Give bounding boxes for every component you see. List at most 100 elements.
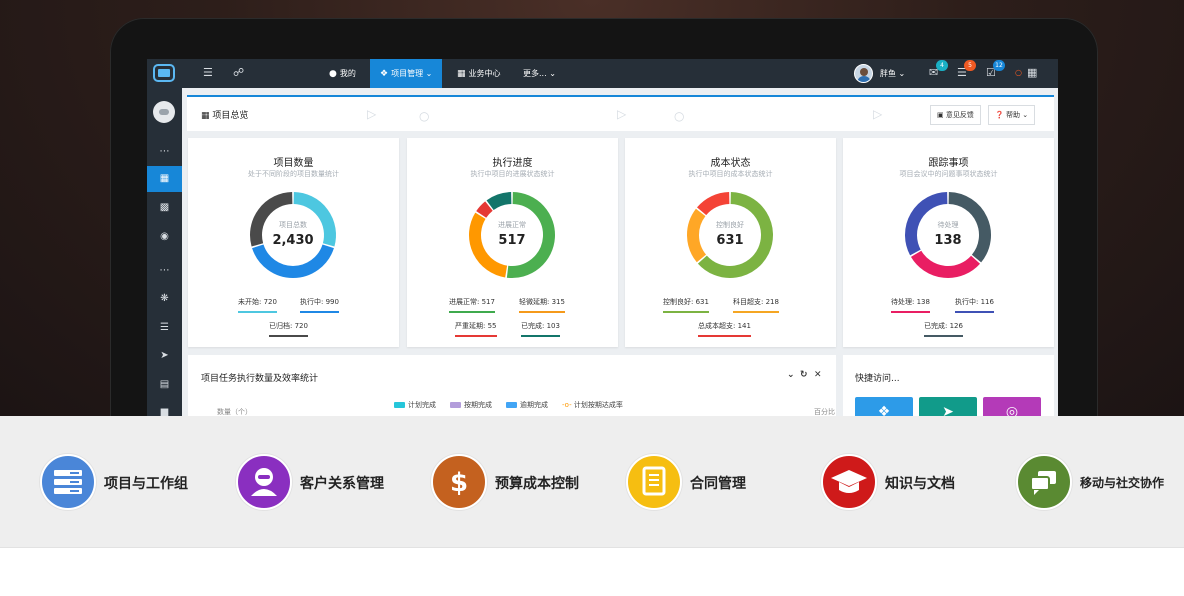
map-icon[interactable]: ▦ — [147, 166, 182, 192]
card-title: 项目数量 — [273, 158, 314, 169]
menu-project-management[interactable]: ❖ 项目管理 ⌄ — [370, 59, 443, 88]
legend-label: 逾期完成 — [520, 401, 548, 409]
arrow-icon: ➤ — [942, 404, 954, 416]
quick-access-tile[interactable]: ◎ — [983, 397, 1041, 416]
legend-item: 待处理: 138 — [891, 297, 930, 313]
question-icon: ❓ — [995, 111, 1004, 119]
help-label: 帮助 — [1005, 111, 1020, 119]
legend-item: 轻微延期: 315 — [519, 297, 565, 313]
task-badge: 12 — [993, 60, 1005, 71]
legend-item: 计划完成 — [394, 400, 436, 410]
line-marker-icon: -o- — [562, 401, 574, 409]
help-button[interactable]: ❓ 帮助 ⌄ — [988, 105, 1036, 125]
donut-segment — [252, 244, 334, 278]
decor-triangle-icon: ▷ — [617, 107, 627, 121]
chevron-down-icon: ⌄ — [425, 69, 433, 78]
film-icon[interactable]: ▤ — [147, 372, 182, 398]
legend-item: 已完成: 126 — [924, 321, 963, 337]
quick-access-panel: 快捷访问... ❖ ➤ ◎ — [843, 355, 1054, 416]
rocket-icon[interactable]: ➤ — [147, 343, 182, 369]
hamburger-icon[interactable]: ☰ — [203, 67, 213, 79]
sitemap-icon[interactable]: ☍ — [233, 67, 244, 79]
app-screen: ☰ ☍ ● 我的 ❖ 项目管理 ⌄ ▦ 业务中心 更多... ⌄ 胖鱼 ⌄ ✉ 4 ☰… — [147, 59, 1058, 416]
user-icon: ● — [329, 69, 337, 79]
settings-icon[interactable]: ❋ — [147, 286, 182, 312]
donut-center: 进展正常 517 — [467, 220, 557, 248]
dashboard-icon[interactable]: ▩ — [147, 195, 182, 221]
donut-segment — [910, 250, 981, 278]
donut-center-label: 进展正常 — [498, 221, 526, 229]
ellipsis-icon[interactable]: ⋯ — [147, 258, 182, 284]
layers-badge: 5 — [964, 60, 976, 71]
svg-text:$: $ — [450, 468, 468, 498]
cloud-icon[interactable] — [153, 101, 175, 123]
donut-center-label: 项目总数 — [279, 221, 307, 229]
chevron-down-icon[interactable]: ⌄ — [787, 370, 795, 380]
legend-item: -o- 计划按期达成率 — [562, 400, 623, 410]
folder-icon[interactable]: ■ — [147, 400, 182, 416]
chat-icon — [1016, 454, 1072, 510]
feature-label: 知识与文档 — [885, 476, 955, 492]
donut-segment — [486, 192, 512, 211]
decor-triangle-icon: ▷ — [367, 107, 377, 121]
legend-item: 已完成: 103 — [521, 321, 560, 337]
avatar[interactable] — [854, 64, 873, 83]
card-subtitle: 项目会议中的问题事项状态统计 — [899, 170, 998, 178]
menu-mine-label: 我的 — [339, 69, 356, 78]
card-title: 执行进度 — [492, 158, 533, 169]
cube-icon: ❖ — [380, 69, 389, 79]
donut-center-label: 控制良好 — [716, 221, 744, 229]
feature-band: 项目与工作组 客户关系管理 $ 预算成本控制 合同管理 知识与文档 移动与社交协… — [0, 416, 1184, 548]
legend-item: 严重延期: 55 — [455, 321, 497, 337]
card-progress: 执行进度 执行中项目的进展状态统计 进展正常 517 进展正常: 517 轻微延… — [407, 138, 618, 347]
legend-item: 控制良好: 631 — [663, 297, 709, 313]
menu-mine[interactable]: ● 我的 — [329, 59, 356, 88]
server-icon — [40, 454, 96, 510]
feature-label: 项目与工作组 — [104, 476, 188, 492]
legend-item: 总成本超支: 141 — [698, 321, 751, 337]
eye-icon[interactable]: ◉ — [147, 224, 182, 250]
refresh-icon[interactable]: ↻ — [800, 370, 808, 380]
decor-circle-icon: ○ — [674, 109, 685, 123]
chevron-down-icon: ⌄ — [898, 69, 906, 78]
user-name: 胖鱼 — [880, 69, 896, 78]
feature-label: 客户关系管理 — [300, 476, 384, 492]
quick-access-tile[interactable]: ❖ — [855, 397, 913, 416]
legend-item: 按期完成 — [450, 400, 492, 410]
feature-label: 移动与社交协作 — [1080, 476, 1165, 490]
quick-access-tile[interactable]: ➤ — [919, 397, 977, 416]
card-project-count: 项目数量 处于不同阶段的项目数量统计 项目总数 2,430 未开始: 720 执… — [188, 138, 399, 347]
menu-more[interactable]: 更多... ⌄ — [523, 59, 556, 88]
sidebar: ⋯ ▦ ▩ ◉ ⋯ ❋ ☰ ➤ ▤ ■ — [147, 88, 182, 416]
chevron-down-icon: ⌄ — [549, 69, 556, 78]
list-icon[interactable]: ☰ — [147, 315, 182, 341]
legend-item: 未开始: 720 — [238, 297, 277, 313]
donut-center-value: 631 — [716, 233, 744, 248]
legend-item: 执行中: 990 — [300, 297, 339, 313]
card-title: 成本状态 — [710, 158, 751, 169]
feedback-button[interactable]: ▣ 意见反馈 — [930, 105, 981, 125]
close-icon[interactable]: ✕ — [814, 370, 822, 380]
decor-triangle-icon: ▷ — [873, 107, 883, 121]
task-check-icon[interactable]: ☑ 12 — [986, 60, 1005, 79]
decor-circle-icon: ○ — [419, 109, 430, 123]
apps-grid-icon[interactable]: ▦ — [1027, 67, 1037, 79]
legend-item: 逾期完成 — [506, 400, 548, 410]
ellipsis-icon[interactable]: ⋯ — [147, 139, 182, 165]
layers-icon[interactable]: ☰ 5 — [957, 60, 976, 79]
donut-center-value: 138 — [934, 233, 962, 248]
page-header: ▦ 项目总览 ▷ ○ ▷ ○ ▷ ▣ 意见反馈 ❓ 帮助 ⌄ — [187, 95, 1054, 131]
menu-business-center[interactable]: ▦ 业务中心 — [457, 59, 501, 88]
legend-item: 科目超支: 218 — [733, 297, 779, 313]
person-icon — [236, 454, 292, 510]
legend-item: 进展正常: 517 — [449, 297, 495, 313]
panel-title: 快捷访问... — [855, 374, 900, 384]
dollar-icon: $ — [431, 454, 487, 510]
feature-label: 预算成本控制 — [495, 476, 579, 492]
donut-center-value: 517 — [498, 233, 526, 248]
user-menu[interactable]: 胖鱼 ⌄ — [880, 59, 905, 88]
status-dot-icon: ○ — [1015, 68, 1022, 77]
mail-icon[interactable]: ✉ 4 — [929, 60, 948, 79]
logo-icon[interactable] — [153, 64, 175, 82]
card-title: 跟踪事项 — [928, 158, 969, 169]
